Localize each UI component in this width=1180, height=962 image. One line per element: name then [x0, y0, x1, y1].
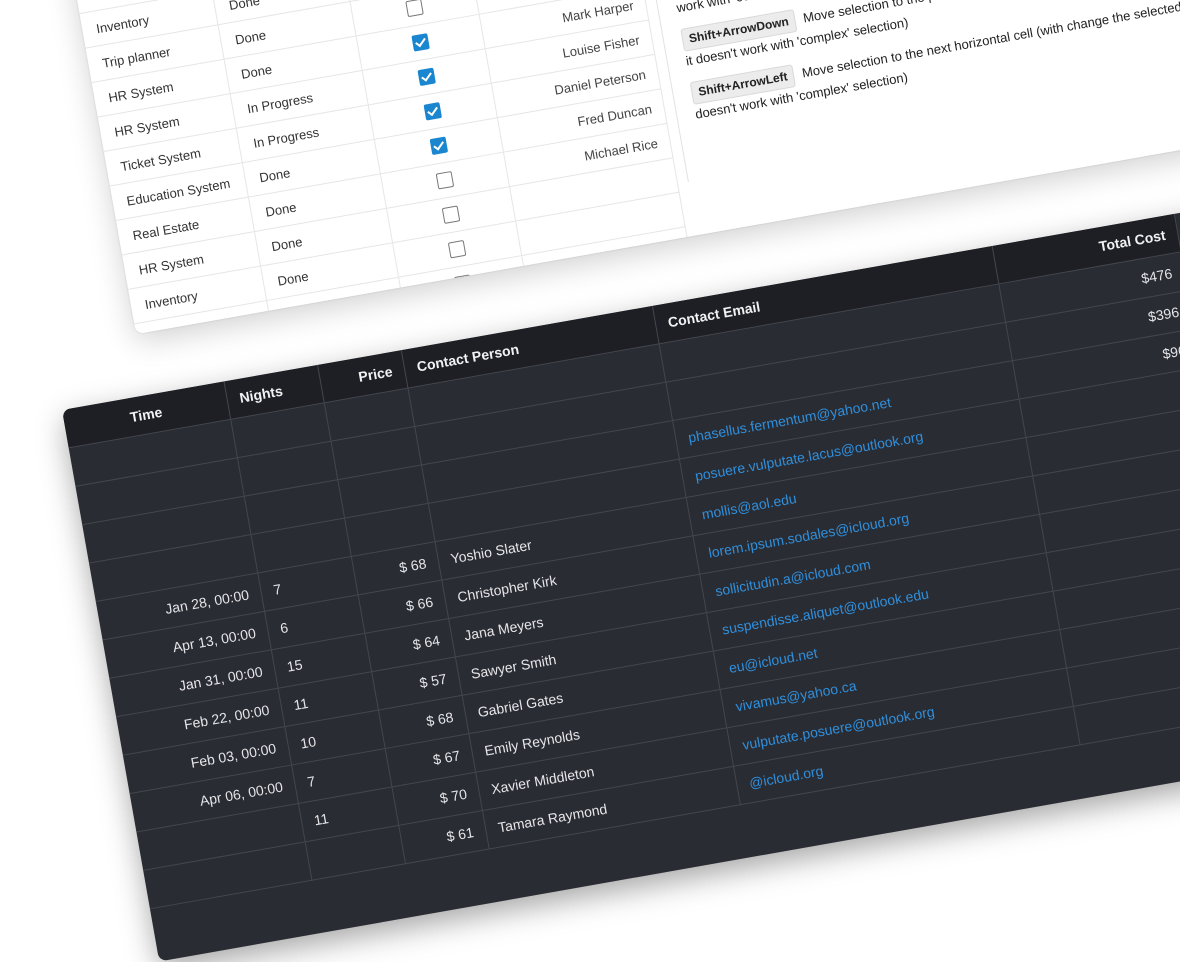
checkbox-unchecked[interactable] — [435, 171, 455, 190]
checkbox-unchecked[interactable] — [441, 205, 461, 225]
checkbox-checked[interactable] — [423, 102, 442, 121]
checkbox-unchecked[interactable] — [405, 0, 424, 18]
checkbox-checked[interactable] — [417, 67, 436, 87]
keyboard-shortcuts-list: Ctrl+ArrowDownMove selection to the firs… — [630, 0, 1180, 183]
checkbox-checked[interactable] — [429, 136, 448, 156]
checkbox-unchecked[interactable] — [447, 240, 467, 259]
checkbox-checked[interactable] — [411, 33, 430, 52]
checkbox-unchecked[interactable] — [453, 274, 473, 294]
bookings-table: Time Nights Price Contact Person Contact… — [62, 213, 1180, 910]
projects-table: HR SystemDoneAndrew StewartInventoryDone… — [73, 0, 692, 335]
